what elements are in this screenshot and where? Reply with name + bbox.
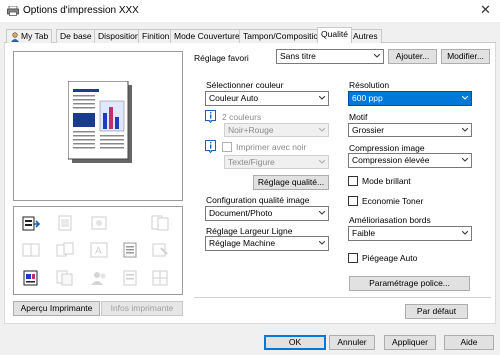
pattern-select[interactable]: Grossier [348, 123, 472, 137]
quality-icon [91, 216, 107, 230]
chevron-down-icon [462, 128, 468, 132]
page-preview [13, 51, 183, 201]
tab-my-tab[interactable]: My Tab [6, 29, 53, 43]
edge-enhancement-label: Amélioriasation bords [349, 215, 431, 225]
quality-config-label: Configuration qualité image [206, 195, 310, 205]
glossy-mode-label: Mode brillant [362, 176, 411, 186]
quality-config-select[interactable]: Document/Photo [205, 206, 329, 221]
chevron-down-icon [319, 160, 325, 164]
print-black-label: Imprimer avec noir [236, 142, 307, 152]
duplex-icon [151, 215, 169, 231]
auto-trapping-label: Piégeage Auto [362, 253, 418, 263]
favorite-label: Réglage favori [194, 53, 249, 63]
tab-mode-couverture[interactable]: Mode Couverture [170, 29, 244, 43]
apply-button[interactable]: Appliquer [384, 335, 436, 350]
pages-icon [56, 242, 74, 257]
info-icon [205, 140, 216, 153]
default-button[interactable]: Par défaut [405, 304, 468, 319]
tab-label: Disposition [98, 31, 140, 41]
edge-enhancement-select[interactable]: Faible [348, 226, 472, 241]
two-colors-value: Noir+Rouge [228, 125, 274, 135]
print-black-select[interactable]: Texte/Figure [224, 155, 329, 169]
line-width-label: Réglage Largeur Ligne [206, 226, 293, 236]
tab-label: Finition [142, 31, 170, 41]
cancel-button[interactable]: Annuler [329, 335, 375, 350]
color-select-label: Sélectionner couleur [206, 80, 284, 90]
auto-trapping-checkbox[interactable] [348, 253, 358, 263]
user-icon [11, 32, 19, 42]
toner-save-label: Economie Toner [362, 196, 424, 206]
line-width-value: Réglage Machine [209, 238, 276, 248]
list-icon [123, 270, 137, 286]
tab-autres[interactable]: Autres [349, 29, 382, 43]
print-black-checkbox[interactable] [222, 142, 232, 152]
divider [194, 297, 491, 298]
favorite-value: Sans titre [280, 51, 316, 61]
print-black-value: Texte/Figure [228, 157, 275, 167]
tab-label: De base [60, 31, 92, 41]
chevron-down-icon [319, 96, 325, 100]
copy-icon [56, 270, 73, 286]
resolution-label: Résolution [349, 80, 390, 90]
resolution-value: 600 ppp [352, 93, 383, 103]
tab-label: Qualité [321, 29, 348, 39]
function-icon-grid: A [13, 206, 183, 295]
compression-label: Compression image [349, 143, 425, 153]
printer-icon [7, 6, 19, 16]
chevron-down-icon [462, 231, 468, 235]
tab-label: Tampon/Composition [243, 31, 323, 41]
compression-value: Compression élevée [352, 155, 430, 165]
ok-button[interactable]: OK [264, 335, 326, 350]
quality-config-value: Document/Photo [209, 208, 273, 218]
font-settings-button[interactable]: Paramétrage police... [349, 276, 470, 291]
glossy-mode-checkbox[interactable] [348, 176, 358, 186]
line-width-select[interactable]: Réglage Machine [205, 236, 329, 251]
window-title: Options d'impression XXX [23, 5, 139, 16]
help-button[interactable]: Aide [444, 335, 494, 350]
tab-disposition[interactable]: Disposition [94, 29, 144, 43]
color-select-icon [22, 216, 40, 231]
grid-page-icon [152, 270, 168, 286]
tab-label: My Tab [21, 31, 49, 41]
modify-favorite-button[interactable]: Modifier... [441, 49, 490, 64]
svg-text:A: A [95, 246, 102, 257]
two-colors-select[interactable]: Noir+Rouge [224, 123, 329, 137]
stamp-icon [152, 243, 168, 257]
resolution-select[interactable]: 600 ppp [348, 91, 472, 106]
printer-info-button[interactable]: Infos imprimante [101, 301, 183, 316]
booklet-icon [22, 243, 40, 257]
tab-finition[interactable]: Finition [138, 29, 174, 43]
chevron-down-icon [374, 54, 380, 58]
chevron-down-icon [319, 241, 325, 245]
color-select[interactable]: Couleur Auto [205, 91, 329, 106]
favorite-select[interactable]: Sans titre [276, 49, 384, 64]
color-select-value: Couleur Auto [209, 93, 259, 103]
pattern-value: Grossier [352, 125, 385, 135]
tab-label: Autres [353, 31, 378, 41]
chevron-down-icon [319, 211, 325, 215]
chevron-down-icon [319, 128, 325, 132]
two-colors-label: 2 couleurs [222, 112, 262, 122]
toner-save-icon [58, 215, 72, 231]
tab-label: Mode Couverture [174, 31, 240, 41]
tab-tampon-composition[interactable]: Tampon/Composition [239, 29, 327, 43]
font-icon: A [90, 242, 108, 258]
page-preview-icon [68, 81, 132, 163]
compression-select[interactable]: Compression élevée [348, 153, 472, 168]
tab-qualite[interactable]: Qualité [317, 27, 352, 43]
color-page-icon [23, 270, 38, 286]
document-icon [123, 242, 137, 258]
add-favorite-button[interactable]: Ajouter... [388, 49, 437, 64]
info-icon [205, 110, 216, 123]
printer-preview-button[interactable]: Aperçu Imprimante [13, 301, 100, 316]
close-icon[interactable]: ✕ [480, 2, 491, 18]
quality-settings-button[interactable]: Réglage qualité... [253, 175, 329, 190]
tab-de-base[interactable]: De base [56, 29, 96, 43]
chevron-down-icon [462, 158, 468, 162]
toner-save-checkbox[interactable] [348, 196, 358, 206]
edge-enhancement-value: Faible [352, 228, 376, 238]
users-icon [91, 272, 106, 285]
pattern-label: Motif [349, 112, 368, 122]
chevron-down-icon [462, 96, 468, 100]
